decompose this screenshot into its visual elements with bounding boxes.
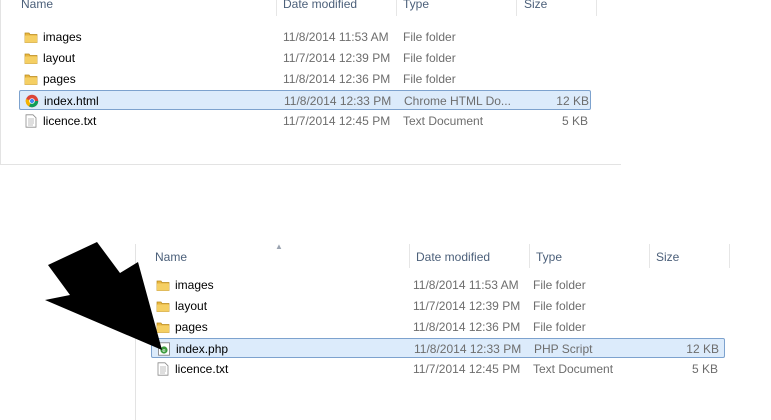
- pointer-arrow-icon: [45, 242, 162, 350]
